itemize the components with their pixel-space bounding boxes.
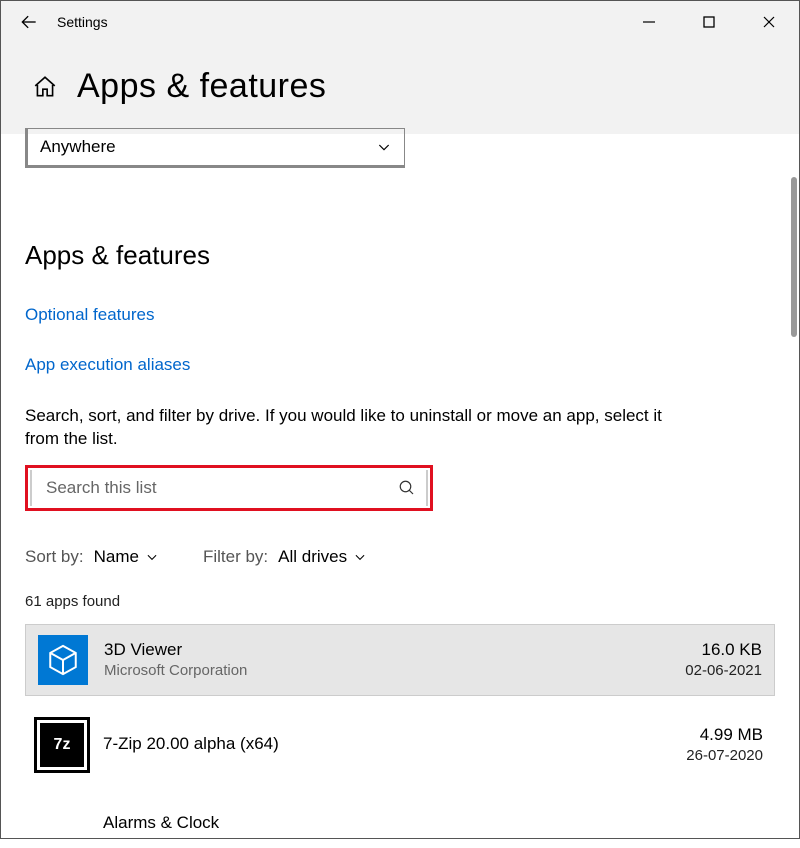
app-row[interactable]: Alarms & Clock <box>25 798 775 848</box>
back-button[interactable] <box>1 1 57 43</box>
maximize-icon <box>702 15 716 29</box>
app-size: 4.99 MB <box>686 725 763 745</box>
install-source-value: Anywhere <box>40 137 116 157</box>
search-box[interactable] <box>30 470 428 506</box>
filter-value: All drives <box>278 547 347 567</box>
page-title: Apps & features <box>77 67 326 106</box>
app-icon-alarms <box>37 798 87 848</box>
optional-features-link[interactable]: Optional features <box>25 305 775 325</box>
chevron-down-icon <box>376 139 392 155</box>
app-text: 3D Viewer Microsoft Corporation <box>104 640 669 679</box>
section-title: Apps & features <box>25 240 775 271</box>
app-execution-aliases-link[interactable]: App execution aliases <box>25 355 775 375</box>
app-size: 16.0 KB <box>685 640 762 660</box>
close-icon <box>762 15 776 29</box>
window-controls <box>619 1 799 43</box>
app-date: 26-07-2020 <box>686 747 763 764</box>
app-name: Alarms & Clock <box>103 813 219 833</box>
section-description: Search, sort, and filter by drive. If yo… <box>25 405 665 451</box>
cube-icon <box>46 643 80 677</box>
app-vendor: Microsoft Corporation <box>104 662 669 679</box>
app-text: 7-Zip 20.00 alpha (x64) <box>103 734 670 756</box>
maximize-button[interactable] <box>679 1 739 43</box>
search-input[interactable] <box>42 478 398 498</box>
close-button[interactable] <box>739 1 799 43</box>
filter-by-button[interactable]: Filter by: All drives <box>203 547 367 567</box>
chevron-down-icon <box>353 550 367 564</box>
sort-by-button[interactable]: Sort by: Name <box>25 547 159 567</box>
title-bar: Settings <box>1 1 799 43</box>
sort-filter-row: Sort by: Name Filter by: All drives <box>25 547 775 567</box>
app-date: 02-06-2021 <box>685 662 762 679</box>
app-row[interactable]: 7z 7-Zip 20.00 alpha (x64) 4.99 MB 26-07… <box>25 710 775 780</box>
app-meta: 16.0 KB 02-06-2021 <box>685 640 762 679</box>
app-row[interactable]: 3D Viewer Microsoft Corporation 16.0 KB … <box>25 624 775 696</box>
app-meta: 4.99 MB 26-07-2020 <box>686 725 763 764</box>
home-button[interactable] <box>31 73 59 101</box>
search-icon <box>398 479 416 497</box>
app-icon-7zip: 7z <box>37 720 87 770</box>
home-icon <box>32 74 58 100</box>
scrollbar-thumb[interactable] <box>791 177 797 337</box>
install-source-dropdown[interactable]: Anywhere <box>25 128 405 168</box>
minimize-icon <box>642 15 656 29</box>
arrow-left-icon <box>19 12 39 32</box>
app-name: 3D Viewer <box>104 640 669 660</box>
sort-value: Name <box>94 547 139 567</box>
app-count: 61 apps found <box>25 593 775 610</box>
filter-label: Filter by: <box>203 547 268 567</box>
sort-label: Sort by: <box>25 547 84 567</box>
app-name: 7-Zip 20.00 alpha (x64) <box>103 734 670 754</box>
window-title: Settings <box>57 14 619 30</box>
minimize-button[interactable] <box>619 1 679 43</box>
chevron-down-icon <box>145 550 159 564</box>
app-icon-3dviewer <box>38 635 88 685</box>
search-highlight <box>25 465 433 511</box>
page-header: Apps & features <box>1 43 799 134</box>
content-area: Anywhere Apps & features Optional featur… <box>1 128 799 848</box>
